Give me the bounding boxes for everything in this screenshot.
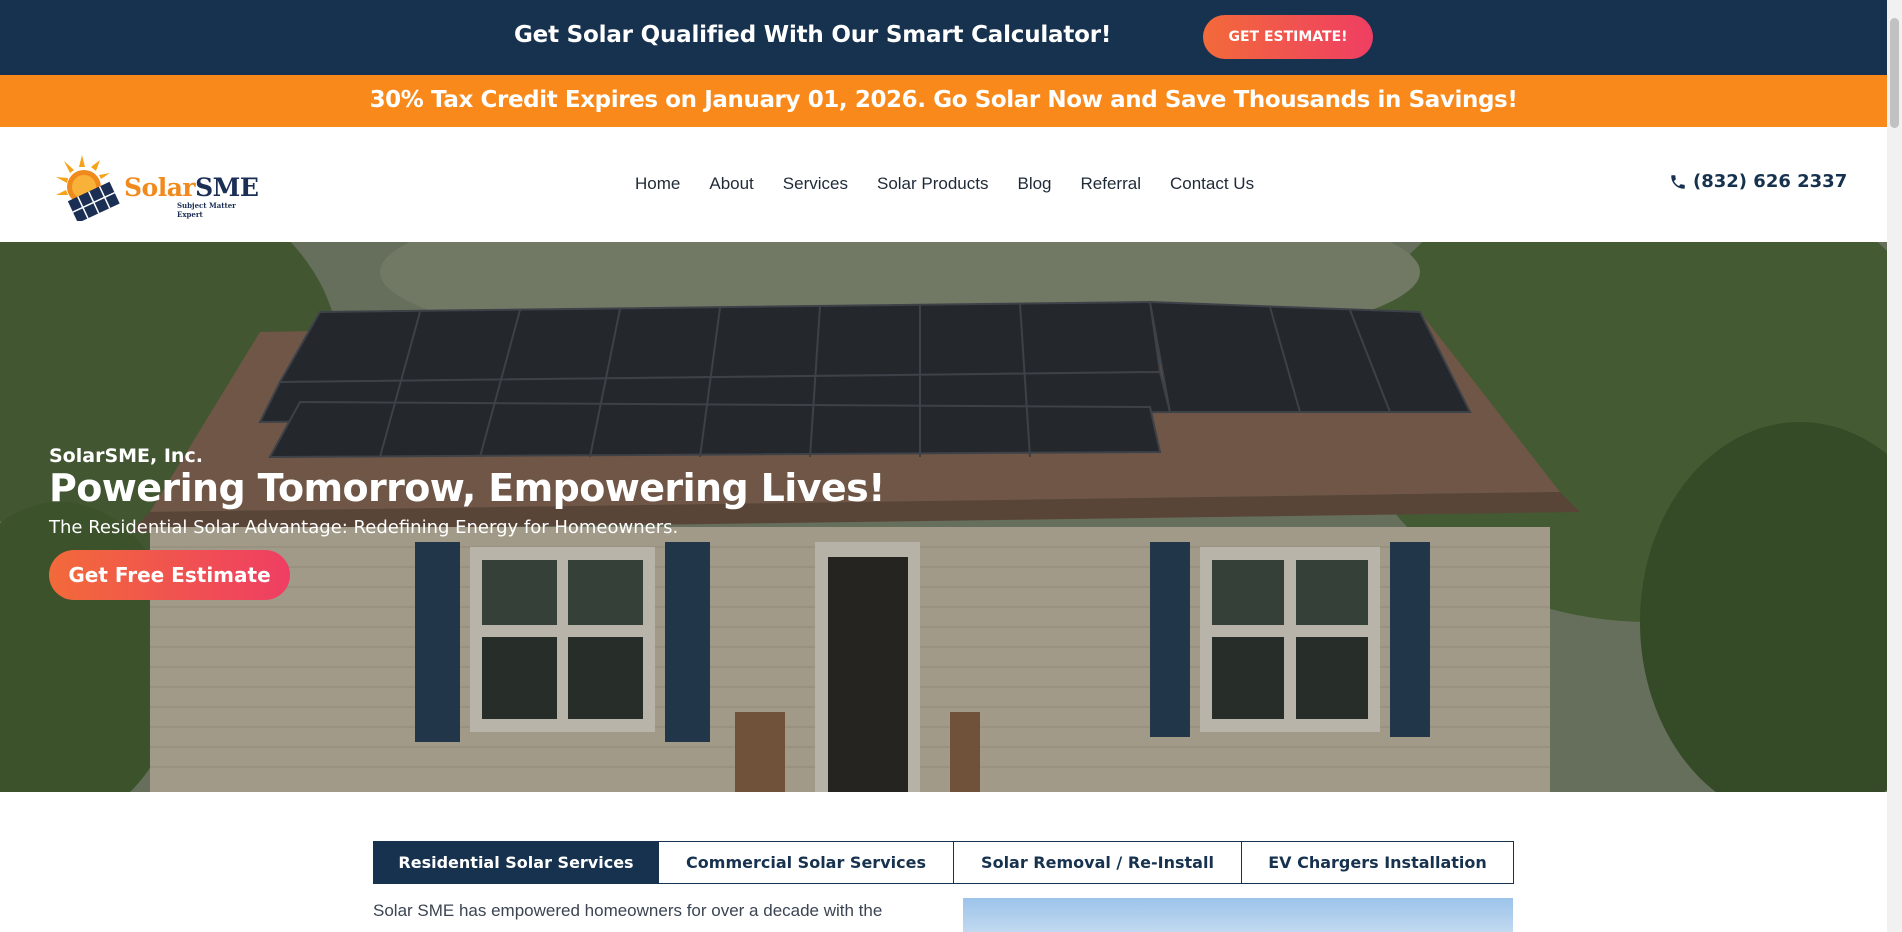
nav-about[interactable]: About — [709, 174, 753, 194]
site-logo[interactable]: SolarSME Subject Matter Expert — [52, 151, 262, 223]
promo-bar: Get Solar Qualified With Our Smart Calcu… — [0, 0, 1887, 75]
logo-wordmark: SolarSME — [124, 173, 259, 202]
hero-section: SolarSME, Inc. Powering Tomorrow, Empowe… — [0, 242, 1887, 792]
scrollbar-thumb[interactable] — [1890, 18, 1899, 128]
get-estimate-button[interactable]: GET ESTIMATE! — [1203, 15, 1373, 59]
tab-ev-chargers[interactable]: EV Chargers Installation — [1242, 842, 1513, 883]
phone-link[interactable]: (832) 626 2337 — [1669, 171, 1847, 192]
nav-solar-products[interactable]: Solar Products — [877, 174, 989, 194]
tax-credit-text: 30% Tax Credit Expires on January 01, 20… — [369, 87, 1518, 113]
sun-panel-logo-icon — [56, 155, 120, 223]
nav-blog[interactable]: Blog — [1017, 174, 1051, 194]
service-image — [963, 898, 1513, 932]
site-header: SolarSME Subject Matter Expert Home Abou… — [0, 127, 1887, 242]
nav-referral[interactable]: Referral — [1081, 174, 1141, 194]
nav-services[interactable]: Services — [783, 174, 848, 194]
main-nav: Home About Services Solar Products Blog … — [635, 174, 1254, 194]
page-scrollbar[interactable] — [1887, 0, 1902, 932]
intro-paragraph: Solar SME has empowered homeowners for o… — [373, 901, 883, 920]
tax-credit-banner: 30% Tax Credit Expires on January 01, 20… — [0, 75, 1887, 127]
phone-number: (832) 626 2337 — [1693, 171, 1848, 192]
tab-commercial-solar[interactable]: Commercial Solar Services — [659, 842, 954, 883]
promo-headline: Get Solar Qualified With Our Smart Calcu… — [514, 22, 1112, 48]
hero-company-name: SolarSME, Inc. — [49, 445, 203, 467]
get-free-estimate-button[interactable]: Get Free Estimate — [49, 550, 290, 600]
phone-icon — [1671, 174, 1685, 189]
nav-contact-us[interactable]: Contact Us — [1170, 174, 1254, 194]
tab-residential-solar[interactable]: Residential Solar Services — [374, 842, 659, 883]
logo-word-solar: Solar — [124, 173, 196, 202]
nav-home[interactable]: Home — [635, 174, 680, 194]
logo-word-sme: SME — [195, 173, 259, 202]
service-tabs: Residential Solar Services Commercial So… — [373, 841, 1514, 884]
hero-subtitle: The Residential Solar Advantage: Redefin… — [49, 517, 679, 538]
logo-tagline: Subject Matter Expert — [177, 201, 236, 219]
hero-title: Powering Tomorrow, Empowering Lives! — [49, 466, 885, 510]
tab-solar-removal[interactable]: Solar Removal / Re-Install — [954, 842, 1242, 883]
